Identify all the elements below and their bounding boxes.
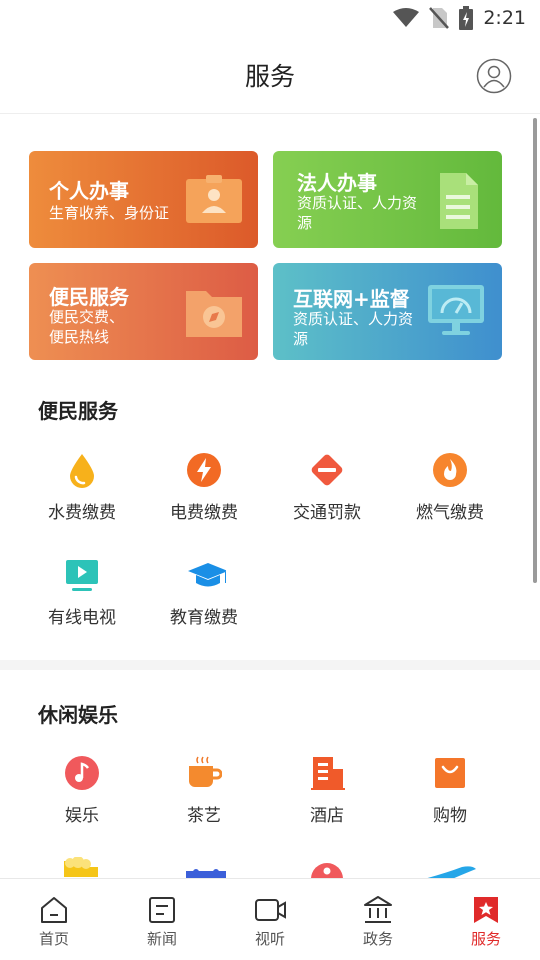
section-title-convenience: 便民服务 <box>38 399 118 423</box>
card-internet-supervision[interactable]: 互联网+监督 资质认证、人力资源 <box>273 263 502 360</box>
section-divider <box>0 660 540 670</box>
grid-item-label: 有线电视 <box>48 608 116 628</box>
service-content[interactable]: 个人办事 生育收养、身份证 法人办事 资质认证、人力资源 便民服务 便民交费、便… <box>0 115 540 878</box>
graduation-cap-icon <box>188 563 226 587</box>
card-title: 便民服务 <box>49 285 129 309</box>
tea-cup-icon <box>189 756 222 787</box>
grid-item-shopping[interactable]: 购物 <box>395 755 505 835</box>
tab-government[interactable]: 政务 <box>324 879 432 960</box>
section-title-leisure: 休闲娱乐 <box>38 703 118 727</box>
wifi-icon <box>393 8 420 27</box>
service-bookmark-icon <box>474 897 498 923</box>
folder-compass-icon <box>186 291 242 337</box>
location-pin-icon <box>311 863 343 878</box>
airplane-icon <box>427 866 476 878</box>
id-card-icon <box>186 175 242 223</box>
card-title: 互联网+监督 <box>293 287 410 311</box>
card-subtitle: 便民交费、便民热线 <box>49 308 125 346</box>
traffic-icon <box>311 454 343 486</box>
card-corporate-affairs[interactable]: 法人办事 资质认证、人力资源 <box>273 151 502 248</box>
grid-item-hotel[interactable]: 酒店 <box>272 755 382 835</box>
grid-item-cable-tv[interactable]: 有线电视 <box>27 557 137 637</box>
card-subtitle: 资质认证、人力资源 <box>297 194 418 232</box>
puzzle-icon <box>186 869 226 878</box>
tab-service[interactable]: 服务 <box>432 879 540 960</box>
grid-item-traffic-fine[interactable]: 交通罚款 <box>272 452 382 532</box>
tab-label: 视听 <box>254 930 285 948</box>
video-icon <box>255 899 286 921</box>
user-avatar-icon[interactable] <box>476 58 512 94</box>
grid-item-label: 娱乐 <box>65 806 99 826</box>
app-header: 服务 <box>0 36 540 114</box>
grid-item-label: 酒店 <box>310 806 344 826</box>
tab-label: 首页 <box>38 930 69 948</box>
tab-news[interactable]: 新闻 <box>108 879 216 960</box>
home-icon <box>41 897 67 923</box>
grid-item-gas-fee[interactable]: 燃气缴费 <box>395 452 505 532</box>
flame-icon <box>433 453 467 487</box>
tv-icon <box>66 560 98 591</box>
status-bar: 2:21 <box>0 0 540 36</box>
shopping-bag-icon <box>435 758 465 788</box>
grid-item-tea-art[interactable]: 茶艺 <box>149 755 259 835</box>
grid-item-label: 电费缴费 <box>170 503 238 523</box>
battery-charging-icon <box>459 6 474 30</box>
card-personal-affairs[interactable]: 个人办事 生育收养、身份证 <box>29 151 258 248</box>
grid-item-label: 燃气缴费 <box>416 503 484 523</box>
grid-item-label: 购物 <box>433 806 467 826</box>
music-icon <box>65 756 99 790</box>
grid-item-label: 教育缴费 <box>170 608 238 628</box>
no-sim-icon <box>429 7 450 29</box>
status-time: 2:21 <box>483 7 526 29</box>
water-drop-icon <box>70 454 94 488</box>
card-subtitle: 生育收养、身份证 <box>49 204 170 222</box>
scrollbar[interactable] <box>533 118 537 583</box>
grid-item-label: 交通罚款 <box>293 503 361 523</box>
grid-item-water-fee[interactable]: 水费缴费 <box>27 452 137 532</box>
grid-item-education-fee[interactable]: 教育缴费 <box>149 557 259 637</box>
grid-item-entertainment[interactable]: 娱乐 <box>27 755 137 835</box>
grid-item-electric-fee[interactable]: 电费缴费 <box>149 452 259 532</box>
tab-label: 新闻 <box>146 930 177 948</box>
page-title: 服务 <box>244 61 295 91</box>
card-subtitle: 资质认证、人力资源 <box>293 310 414 348</box>
card-title: 法人办事 <box>297 171 377 195</box>
hotel-icon <box>311 757 345 790</box>
grid-item-label: 水费缴费 <box>48 503 116 523</box>
tab-home[interactable]: 首页 <box>0 879 108 960</box>
government-icon <box>364 896 392 923</box>
document-icon <box>440 173 478 229</box>
tab-label: 政务 <box>362 930 393 948</box>
beer-icon <box>64 857 98 877</box>
bottom-tab-bar: 首页 新闻 视听 政务 服务 <box>0 878 540 960</box>
tab-audiovisual[interactable]: 视听 <box>216 879 324 960</box>
card-convenience-service[interactable]: 便民服务 便民交费、便民热线 <box>29 263 258 360</box>
lightning-icon <box>187 453 221 487</box>
monitor-icon <box>428 285 484 335</box>
card-title: 个人办事 <box>49 179 129 203</box>
news-icon <box>149 897 175 923</box>
grid-item-label: 茶艺 <box>187 806 221 826</box>
tab-label: 服务 <box>470 930 501 948</box>
